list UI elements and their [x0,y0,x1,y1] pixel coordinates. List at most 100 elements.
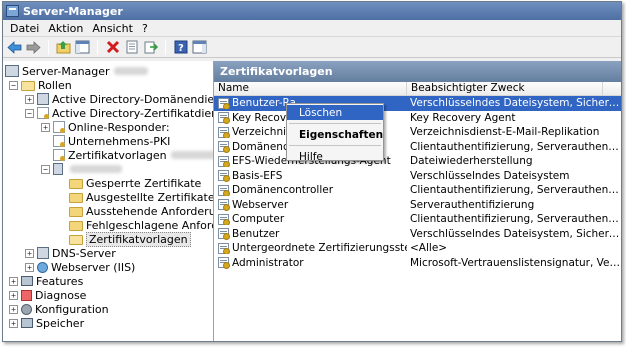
tree-item-pending-requests[interactable]: Ausstehende Anforderungen [69,204,213,218]
toolbar: ? [3,37,621,58]
context-menu-properties[interactable]: Eigenschaften [287,127,383,142]
template-purpose: Clientauthentifizierung, Serverauthentif… [410,213,621,226]
back-button[interactable] [6,39,23,56]
template-name: Webserver [232,198,289,211]
certificate-template-icon [218,213,230,226]
template-purpose: Verschlüsselndes Dateisystem, Sichere E-… [410,227,621,240]
roles-folder-icon [21,80,35,91]
list-item[interactable]: Webserver Serverauthentifizierung [214,198,621,213]
template-name: Key Recove [232,111,293,124]
storage-icon [21,318,33,328]
window-title: Server-Manager [23,4,123,18]
delete-button[interactable] [104,39,121,56]
export-list-button[interactable] [142,39,159,56]
template-purpose: Key Recovery Agent [410,111,516,124]
up-level-button[interactable] [55,39,72,56]
tree-item-certificate-templates[interactable]: Zertifikatvorlagen [53,148,213,162]
certificate-template-icon [218,184,230,197]
context-menu-separator [289,123,381,124]
console-tree: Server-Manager − Rollen + Active Directo… [3,61,214,341]
tree-item-dns-server[interactable]: + DNS-Server [25,246,116,260]
tree-label: Ausgestellte Zertifikate [86,190,214,204]
menu-datei[interactable]: Datei [7,22,45,35]
certificate-template-icon [218,170,230,182]
menu-ansicht[interactable]: Ansicht [89,22,139,35]
list-item[interactable]: EFS-Wiederherstellungs-Agent Dateiwieder… [214,154,621,169]
tree-item-ca[interactable]: − [41,162,122,176]
console-tree-icon [75,40,90,54]
tree-item-speicher[interactable]: + Speicher [9,316,84,330]
pki-icon [53,135,65,147]
title-bar[interactable]: Server-Manager [3,2,621,20]
tree-item-server-manager[interactable]: Server-Manager [5,64,148,78]
folder-icon [69,220,83,231]
tree-item-konfiguration[interactable]: + Konfiguration [9,302,109,316]
collapse-toggle[interactable]: − [9,80,18,90]
show-hide-action-pane-button[interactable] [191,39,208,56]
expand-toggle[interactable]: + [25,94,34,104]
online-responder-icon [53,121,65,133]
list-item[interactable]: Basis-EFS Verschlüsselndes Dateisystem [214,169,621,184]
tree-item-iis[interactable]: + Webserver (IIS) [25,260,135,274]
tree-item-revoked-certificates[interactable]: Gesperrte Zertifikate [69,176,201,190]
expand-toggle[interactable]: + [9,276,18,286]
tree-item-online-responder[interactable]: + Online-Responder: [41,120,170,134]
menu-aktion[interactable]: Aktion [45,22,89,35]
collapse-toggle[interactable]: − [41,164,50,174]
show-hide-console-tree-button[interactable] [74,39,91,56]
list-item[interactable]: Benutzer Verschlüsselndes Dateisystem, S… [214,227,621,242]
list-item[interactable]: Untergeordnete Zertifizierungsstelle <Al… [214,241,621,256]
context-menu-separator [289,145,381,146]
context-menu-delete[interactable]: Löschen [287,105,383,120]
tree-item-failed-requests[interactable]: Fehlgeschlagene Anforderungen [69,218,213,232]
column-header-name[interactable]: Name [214,82,407,95]
tree-item-features[interactable]: + Features [9,274,83,288]
expand-toggle[interactable]: + [9,290,18,300]
tree-item-ad-domain-services[interactable]: + Active Directory-Domänendienste [25,92,213,106]
tree-label: Features [36,274,84,288]
globe-icon [37,261,48,273]
list-item[interactable]: Computer Clientauthentifizierung, Server… [214,212,621,227]
list-item[interactable]: Benutzer-Ra Verschlüsselndes Dateisystem… [214,96,621,111]
tree-label: Speicher [36,316,85,330]
list-item[interactable]: Verzeichnis Verzeichnisdienst-E-Mail-Rep… [214,125,621,140]
list-item[interactable]: Domänencontroller Clientauthentifizierun… [214,183,621,198]
tree-item-ca-certificate-templates[interactable]: Zertifikatvorlagen [69,231,191,247]
ad-cert-icon [37,107,49,119]
column-headers: Name Beabsichtigter Zweck [214,82,621,96]
expand-toggle[interactable]: + [9,318,18,328]
menu-help[interactable]: ? [139,22,154,35]
tree-item-issued-certificates[interactable]: Ausgestellte Zertifikate [69,190,214,204]
collapse-toggle[interactable]: − [25,108,34,118]
template-name: Administrator [232,256,304,269]
tree-label: Unternehmens-PKI [68,134,171,148]
toolbar-separator [48,39,49,55]
redacted-ca-name [70,165,122,173]
expand-toggle[interactable]: + [25,248,34,258]
redacted-server-name [113,67,148,75]
column-header-purpose[interactable]: Beabsichtigter Zweck [407,82,603,95]
forward-button[interactable] [25,39,42,56]
tree-item-enterprise-pki[interactable]: Unternehmens-PKI [53,134,170,148]
tree-item-ad-certificate-services[interactable]: − Active Directory-Zertifikatdienste [25,106,213,120]
help-button[interactable]: ? [172,39,189,56]
details-pane: Zertifikatvorlagen Name Beabsichtigter Z… [214,61,621,341]
expand-toggle[interactable]: + [9,304,18,314]
list-item[interactable]: Administrator Microsoft-Vertrauenslisten… [214,256,621,271]
certificate-template-icon [218,228,230,240]
certificate-template-icon [218,97,230,110]
context-menu-help[interactable]: Hilfe [287,149,383,164]
template-purpose: Clientauthentifizierung, Serverauthentif… [410,140,621,153]
arrow-left-icon [7,40,22,54]
expand-toggle[interactable]: + [41,122,50,132]
template-purpose: Verzeichnisdienst-E-Mail-Replikation [410,126,600,139]
properties-button[interactable] [123,39,140,56]
list-item[interactable]: Domänencon Clientauthentifizierung, Serv… [214,140,621,155]
folder-up-icon [56,41,71,54]
toolbar-separator [97,39,98,55]
tree-item-rollen[interactable]: − Rollen [9,78,72,92]
tree-item-diagnose[interactable]: + Diagnose [9,288,86,302]
expand-toggle[interactable]: + [25,262,34,272]
template-purpose: Clientauthentifizierung, Serverauthentif… [410,184,621,197]
list-item[interactable]: Key Recove Key Recovery Agent [214,111,621,126]
